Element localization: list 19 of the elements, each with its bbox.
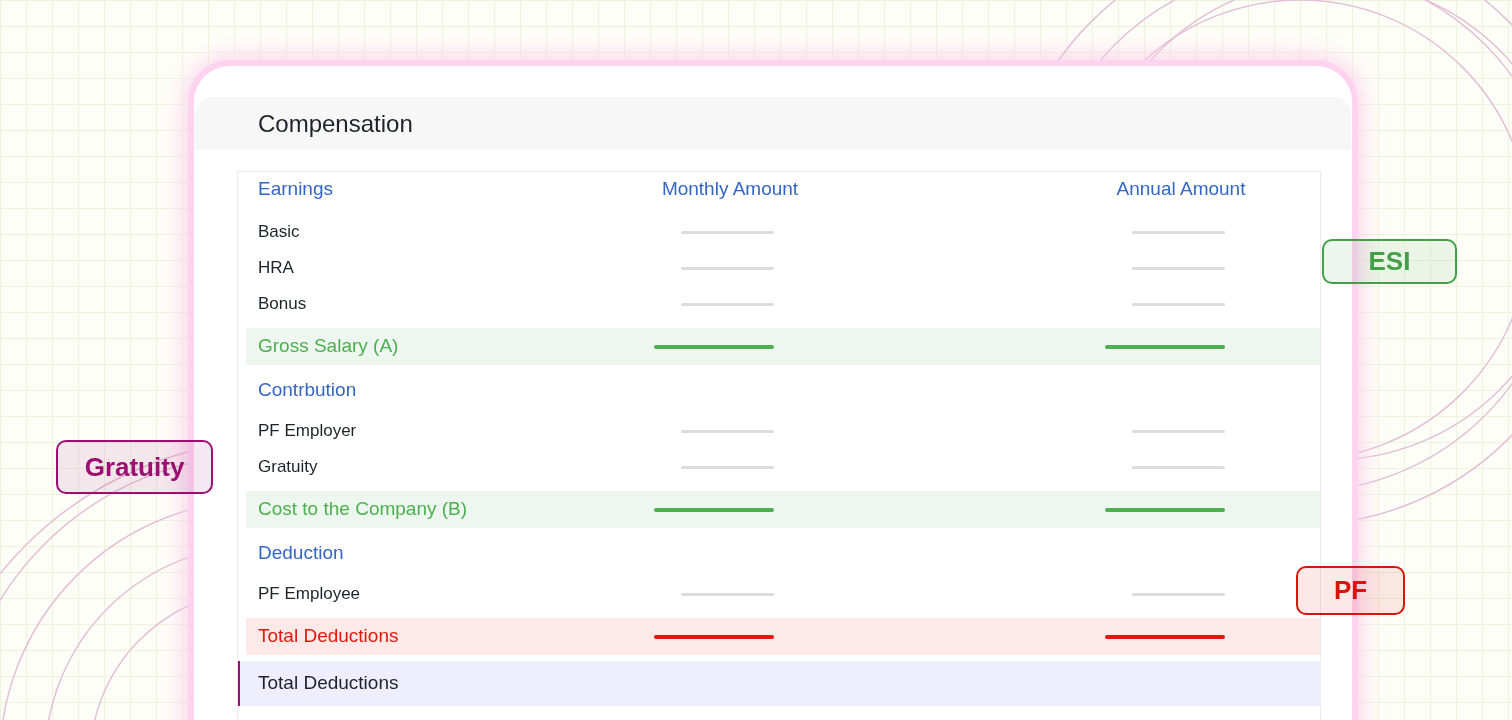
row-label: Gratuity bbox=[257, 456, 319, 479]
row-label: PF Employer bbox=[257, 420, 358, 443]
total-label: Cost to the Company (B) bbox=[257, 497, 469, 522]
row-label: Basic bbox=[257, 221, 301, 244]
column-header: Earnings bbox=[257, 176, 334, 201]
summary-label: Total Deductions bbox=[257, 671, 399, 696]
section-heading: Deduction bbox=[257, 540, 344, 565]
row-label: PF Employee bbox=[257, 583, 362, 606]
card-title: Compensation bbox=[258, 108, 413, 139]
tag-label: PF bbox=[1296, 566, 1405, 615]
total-label: Total Deductions bbox=[257, 624, 400, 649]
column-header: Monthly Amount bbox=[660, 176, 800, 201]
column-header: Annual Amount bbox=[1115, 176, 1247, 201]
total-label: Gross Salary (A) bbox=[257, 334, 400, 359]
tag-label: ESI bbox=[1322, 239, 1457, 284]
section-heading: Contrbution bbox=[257, 377, 357, 402]
row-label: HRA bbox=[257, 257, 295, 280]
row-label: Bonus bbox=[257, 293, 308, 316]
tag-label: Gratuity bbox=[56, 440, 213, 494]
